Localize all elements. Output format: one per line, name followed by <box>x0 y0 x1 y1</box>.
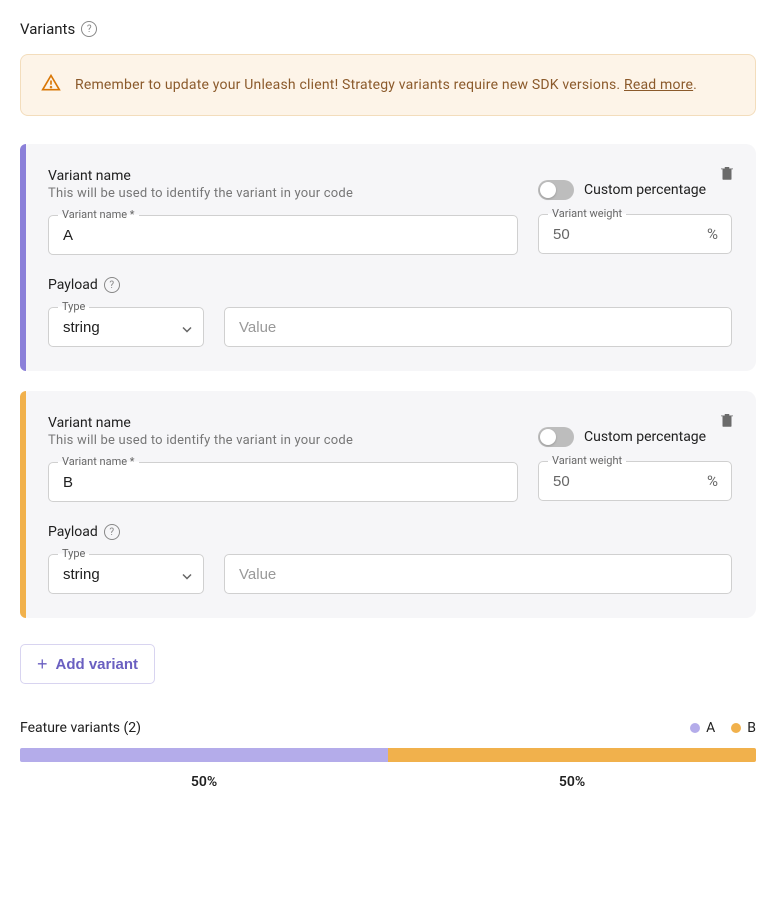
add-variant-button[interactable]: + Add variant <box>20 644 155 684</box>
variant-name-label: Variant name * <box>58 208 139 221</box>
warning-icon <box>41 73 61 97</box>
legend-item-b: B <box>731 720 756 736</box>
legend: A B <box>690 720 756 736</box>
variants-header: Variants ? <box>20 20 756 38</box>
delete-variant-button[interactable] <box>714 160 740 189</box>
distribution-segment-b <box>388 748 756 762</box>
payload-type-select[interactable]: string <box>48 554 204 594</box>
distribution-labels: 50% 50% <box>20 774 756 790</box>
variant-name-label: Variant name * <box>58 455 139 468</box>
variant-name-subtitle: This will be used to identify the varian… <box>48 433 518 448</box>
custom-percentage-toggle[interactable] <box>538 180 574 200</box>
payload-value-input[interactable] <box>224 307 732 347</box>
help-icon[interactable]: ? <box>104 277 120 293</box>
type-label: Type <box>58 547 89 560</box>
custom-percentage-label: Custom percentage <box>584 429 706 445</box>
distribution-segment-a <box>20 748 388 762</box>
legend-dot-icon <box>690 723 700 733</box>
custom-percentage-toggle[interactable] <box>538 427 574 447</box>
variant-weight-input[interactable] <box>538 461 732 501</box>
feature-variants-section: Feature variants (2) A B 50% 50% <box>20 720 756 790</box>
payload-type-select[interactable]: string <box>48 307 204 347</box>
payload-value-input[interactable] <box>224 554 732 594</box>
variant-name-subtitle: This will be used to identify the varian… <box>48 186 518 201</box>
variant-card-a: Variant name This will be used to identi… <box>20 144 756 371</box>
legend-label: B <box>747 720 756 736</box>
trash-icon <box>718 411 736 429</box>
legend-dot-icon <box>731 723 741 733</box>
legend-label: A <box>706 720 715 736</box>
custom-percentage-label: Custom percentage <box>584 182 706 198</box>
variant-name-input[interactable] <box>48 462 518 502</box>
delete-variant-button[interactable] <box>714 407 740 436</box>
help-icon[interactable]: ? <box>81 21 97 37</box>
alert-text: Remember to update your Unleash client! … <box>75 77 697 93</box>
legend-item-a: A <box>690 720 715 736</box>
variant-weight-label: Variant weight <box>548 207 626 220</box>
distribution-bar <box>20 748 756 762</box>
alert-suffix: . <box>693 77 697 93</box>
type-label: Type <box>58 300 89 313</box>
variant-name-title: Variant name <box>48 168 518 184</box>
payload-title: Payload <box>48 524 98 540</box>
alert-message: Remember to update your Unleash client! … <box>75 77 624 93</box>
plus-icon: + <box>37 655 48 673</box>
variant-weight-label: Variant weight <box>548 454 626 467</box>
variants-title: Variants <box>20 20 75 38</box>
sdk-alert: Remember to update your Unleash client! … <box>20 54 756 116</box>
distribution-label-b: 50% <box>388 774 756 790</box>
payload-title: Payload <box>48 277 98 293</box>
variant-name-input[interactable] <box>48 215 518 255</box>
feature-variants-title: Feature variants (2) <box>20 720 141 736</box>
variant-weight-input[interactable] <box>538 214 732 254</box>
variant-name-title: Variant name <box>48 415 518 431</box>
help-icon[interactable]: ? <box>104 524 120 540</box>
trash-icon <box>718 164 736 182</box>
distribution-label-a: 50% <box>20 774 388 790</box>
read-more-link[interactable]: Read more <box>624 77 693 93</box>
variant-card-b: Variant name This will be used to identi… <box>20 391 756 618</box>
add-variant-label: Add variant <box>56 656 139 673</box>
